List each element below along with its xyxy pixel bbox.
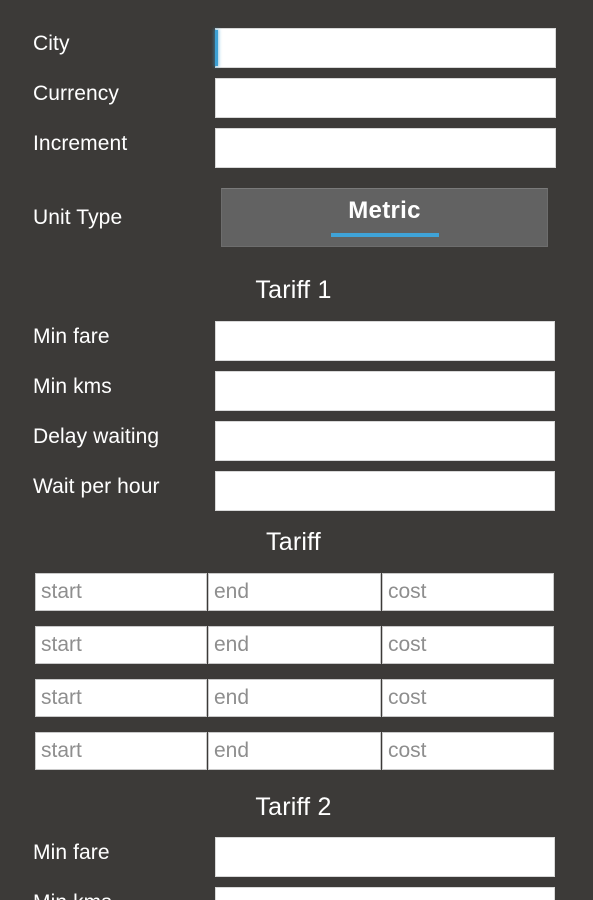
form-row-t1-min-fare: Min fare [0, 312, 593, 362]
form-row-t2-min-kms: Min kms [0, 878, 593, 900]
table-row [35, 626, 554, 664]
tariff-row-0-cost[interactable] [382, 573, 554, 611]
label-city: City [33, 32, 70, 55]
t1-min-kms-input[interactable] [215, 371, 555, 411]
table-row [35, 732, 554, 770]
tariff-row-1-end[interactable] [208, 626, 381, 664]
tariff-row-3-start[interactable] [35, 732, 207, 770]
t2-min-kms-input[interactable] [215, 887, 555, 900]
table-row [35, 573, 554, 611]
tariff-row-3-cost[interactable] [382, 732, 554, 770]
label-currency: Currency [33, 82, 119, 105]
tariff-row-2-start[interactable] [35, 679, 207, 717]
t1-min-fare-input[interactable] [215, 321, 555, 361]
label-t2-min-fare: Min fare [33, 841, 110, 864]
form-row-unit-type: Unit Type Metric [0, 175, 593, 247]
form-row-currency: Currency [0, 69, 593, 119]
tariff-row-2-cost[interactable] [382, 679, 554, 717]
section-header-tariff-2: Tariff 2 [255, 793, 332, 821]
form-row-t1-wait-per-hour: Wait per hour [0, 462, 593, 512]
form-row-t1-min-kms: Min kms [0, 362, 593, 412]
tariff-row-1-start[interactable] [35, 626, 207, 664]
label-increment: Increment [33, 132, 128, 155]
label-t1-wait-per-hour: Wait per hour [33, 475, 160, 498]
settings-screen: City Currency Increment Unit Type Metric… [0, 0, 593, 900]
label-t1-min-fare: Min fare [33, 325, 110, 348]
currency-input[interactable] [215, 78, 556, 118]
section-header-tariff-1: Tariff 1 [255, 276, 332, 304]
label-t1-delay-waiting: Delay waiting [33, 425, 160, 448]
tariff-table [35, 573, 554, 785]
form-row-increment: Increment [0, 119, 593, 169]
table-row [35, 679, 554, 717]
tariff-row-2-end[interactable] [208, 679, 381, 717]
label-t1-min-kms: Min kms [33, 375, 112, 398]
section-header-tariff-table: Tariff [266, 528, 321, 556]
form-row-t2-min-fare: Min fare [0, 828, 593, 878]
t1-wait-per-hour-input[interactable] [215, 471, 555, 511]
t1-delay-waiting-input[interactable] [215, 421, 555, 461]
city-input[interactable] [215, 28, 556, 68]
text-caret [215, 30, 218, 66]
unit-type-selected-label: Metric [348, 197, 421, 224]
form-row-t1-delay-waiting: Delay waiting [0, 412, 593, 462]
tariff-row-3-end[interactable] [208, 732, 381, 770]
unit-type-toggle-button[interactable]: Metric [221, 188, 548, 247]
increment-input[interactable] [215, 128, 556, 168]
label-unit-type: Unit Type [33, 206, 123, 229]
form-row-city: City [0, 19, 593, 69]
tariff-row-0-start[interactable] [35, 573, 207, 611]
tariff-row-1-cost[interactable] [382, 626, 554, 664]
t2-min-fare-input[interactable] [215, 837, 555, 877]
unit-type-active-indicator [330, 233, 439, 237]
label-t2-min-kms: Min kms [33, 891, 112, 900]
tariff-row-0-end[interactable] [208, 573, 381, 611]
